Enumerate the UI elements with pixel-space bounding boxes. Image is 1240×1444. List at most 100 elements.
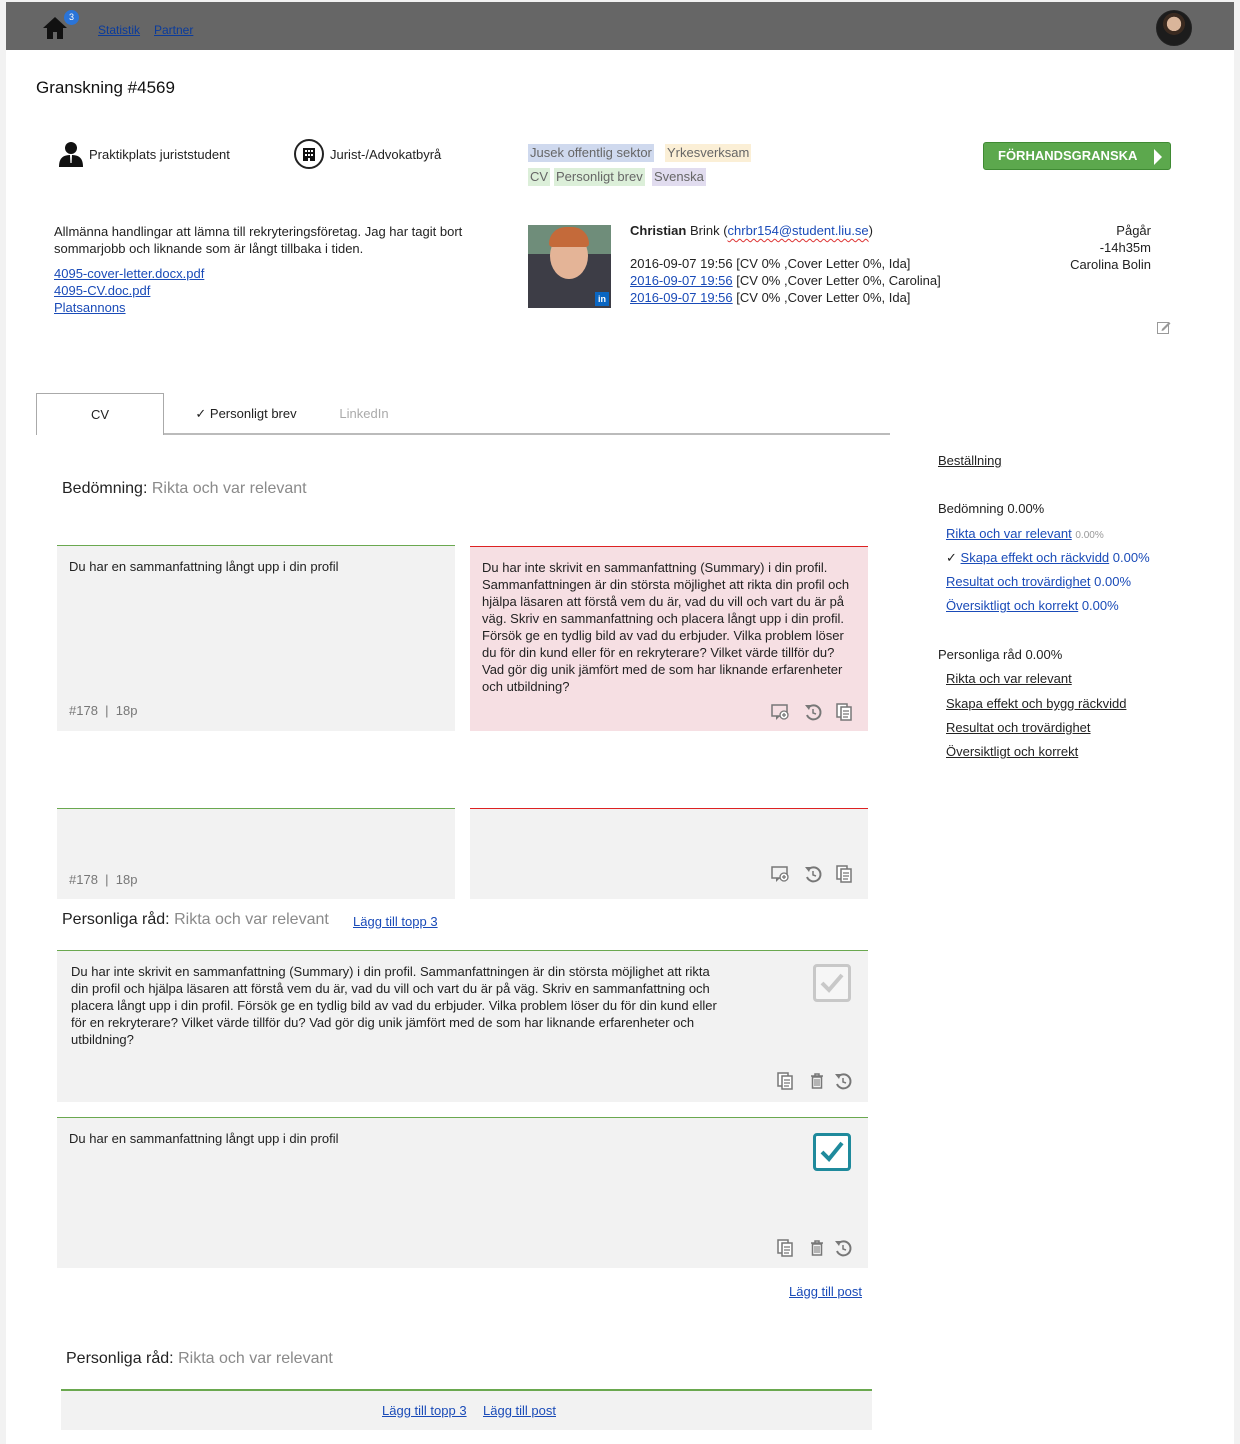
tab-linkedin[interactable]: LinkedIn	[324, 393, 404, 434]
advice-add-bar: Lägg till topp 3 Lägg till post	[61, 1389, 872, 1430]
copy-icon[interactable]	[775, 1238, 795, 1258]
add-top3-link[interactable]: Lägg till topp 3	[353, 914, 438, 929]
sidebar-assessment-link[interactable]: Resultat och trovärdighet	[946, 574, 1091, 589]
sidebar-assessment-link[interactable]: Översiktligt och korrekt	[946, 598, 1078, 613]
history-date: 2016-09-07 19:56	[630, 256, 733, 271]
trash-icon[interactable]	[807, 1071, 827, 1091]
check-icon: ✓	[946, 550, 957, 565]
sidebar-assessment-pct: 0.00%	[1081, 598, 1119, 613]
linkedin-icon[interactable]: in	[595, 292, 609, 306]
assessment-feedback-text: Du har inte skrivit en sammanfattning (S…	[482, 560, 850, 694]
advice-item[interactable]: Du har inte skrivit en sammanfattning (S…	[57, 950, 868, 1102]
add-post-link[interactable]: Lägg till post	[789, 1284, 862, 1299]
assessment-text: Du har en sammanfattning långt upp i din…	[69, 559, 339, 574]
user-avatar[interactable]	[1156, 10, 1192, 46]
assessment-heading-label: Bedömning:	[62, 480, 148, 497]
candidate-last-name: Brink	[689, 223, 720, 238]
undo-icon[interactable]	[803, 864, 823, 884]
top-navigation-bar: 3 Statistik Partner	[6, 2, 1234, 50]
undo-icon[interactable]	[833, 1071, 853, 1091]
file-link-job-ad[interactable]: Platsannons	[54, 300, 126, 315]
copy-icon[interactable]	[775, 1071, 795, 1091]
file-link-cv[interactable]: 4095-CV.doc.pdf	[54, 283, 150, 298]
sidebar-advice-link[interactable]: Resultat och trovärdighet	[946, 720, 1091, 735]
sidebar-assessment-pct: 0.00%	[1112, 550, 1150, 565]
advice-item[interactable]: Du har en sammanfattning långt upp i din…	[57, 1117, 868, 1268]
sidebar-advice-link[interactable]: Översiktligt och korrekt	[946, 744, 1078, 759]
checkbox-icon[interactable]	[813, 964, 851, 1002]
preview-button-label: FÖRHANDSGRANSKA	[998, 148, 1138, 163]
add-comment-icon[interactable]	[770, 702, 790, 722]
page-title: Granskning #4569	[36, 78, 175, 97]
history-details: [CV 0% ,Cover Letter 0%, Ida]	[736, 290, 911, 305]
add-comment-icon[interactable]	[770, 864, 790, 884]
assessment-id: #178	[69, 703, 98, 718]
sidebar-assessment-item: Resultat och trovärdighet 0.00%	[946, 574, 1131, 589]
sidebar-advice-link[interactable]: Rikta och var relevant	[946, 671, 1072, 686]
history-entry: 2016-09-07 19:56 [CV 0% ,Cover Letter 0%…	[630, 290, 910, 305]
advice-heading: Personliga råd: Rikta och var relevant	[62, 911, 329, 929]
nav-link-statistik[interactable]: Statistik	[98, 23, 140, 37]
assessment-points: 18p	[115, 872, 138, 887]
industry-label: Jurist-/Advokatbyrå	[330, 147, 442, 162]
history-date-link[interactable]: 2016-09-07 19:56	[630, 290, 733, 305]
copy-icon[interactable]	[834, 702, 854, 722]
assessment-id: #178	[69, 872, 98, 887]
preview-button[interactable]: FÖRHANDSGRANSKA	[983, 142, 1171, 170]
trash-icon[interactable]	[807, 1238, 827, 1258]
order-link[interactable]: Beställning	[938, 453, 1002, 468]
advice-heading-label: Personliga råd:	[62, 911, 170, 928]
history-date-link[interactable]: 2016-09-07 19:56	[630, 273, 733, 288]
advice-category: Rikta och var relevant	[174, 911, 329, 928]
sidebar-assessment-item: Översiktligt och korrekt 0.00%	[946, 598, 1119, 613]
tag-yrkesverksam: Yrkesverksam	[665, 144, 752, 162]
sidebar-assessment-pct: 0.00%	[1094, 574, 1132, 589]
advice-heading-label: Personliga råd:	[66, 1350, 174, 1367]
assessment-item-right[interactable]: Du har inte skrivit en sammanfattning (S…	[470, 546, 868, 731]
add-top3-link[interactable]: Lägg till topp 3	[382, 1403, 467, 1418]
tab-cv[interactable]: CV	[36, 393, 164, 435]
copy-icon[interactable]	[834, 864, 854, 884]
candidate-email[interactable]: chrbr154@student.liu.se	[728, 223, 869, 238]
add-post-link[interactable]: Lägg till post	[483, 1403, 556, 1418]
sidebar: Beställning Bedömning 0.00% Rikta och va…	[926, 434, 1189, 1020]
sidebar-assessment-title: Bedömning 0.00%	[938, 501, 1045, 516]
assessment-item-left[interactable]: #178 | 18p	[57, 808, 455, 899]
reviewer-name: Carolina Bolin	[1070, 257, 1151, 272]
tag-personligt-brev: Personligt brev	[554, 168, 645, 186]
assessment-item-right[interactable]	[470, 808, 868, 899]
assessment-category: Rikta och var relevant	[151, 480, 307, 497]
notification-badge: 3	[64, 10, 79, 25]
person-icon	[59, 142, 83, 167]
file-link-cover-letter[interactable]: 4095-cover-letter.docx.pdf	[54, 266, 204, 281]
sidebar-assessment-link[interactable]: Skapa effekt och räckvidd	[961, 550, 1110, 565]
candidate-photo: in	[528, 225, 611, 308]
order-description: Allmänna handlingar att lämna till rekry…	[54, 224, 463, 256]
candidate-first-name: Christian	[630, 223, 687, 238]
history-details: [CV 0% ,Cover Letter 0%, Ida]	[736, 256, 911, 271]
sidebar-assessment-link[interactable]: Rikta och var relevant	[946, 526, 1072, 541]
edit-icon[interactable]	[1157, 320, 1171, 334]
time-left: -14h35m	[1099, 240, 1151, 255]
assessment-item-left[interactable]: Du har en sammanfattning långt upp i din…	[57, 545, 455, 731]
building-icon	[294, 139, 324, 169]
tab-personligt-brev[interactable]: ✓ Personligt brev	[186, 393, 306, 434]
advice-text: Du har en sammanfattning långt upp i din…	[69, 1131, 339, 1146]
sidebar-assessment-pct: 0.00%	[1075, 530, 1104, 541]
advice-heading: Personliga råd: Rikta och var relevant	[66, 1350, 333, 1368]
history-details: [CV 0% ,Cover Letter 0%, Carolina]	[736, 273, 941, 288]
review-status: Pågår	[1116, 223, 1151, 238]
assessment-points: 18p	[115, 703, 138, 718]
checkbox-icon[interactable]	[813, 1133, 851, 1171]
assessment-meta: #178 | 18p	[69, 703, 138, 718]
main-panel: Bedömning: Rikta och var relevant Du har…	[36, 435, 890, 1444]
assessment-meta: #178 | 18p	[69, 872, 138, 887]
tag-svenska: Svenska	[652, 168, 706, 186]
tag-jusek: Jusek offentlig sektor	[528, 144, 654, 162]
assessment-heading: Bedömning: Rikta och var relevant	[62, 480, 307, 498]
nav-link-partner[interactable]: Partner	[154, 23, 193, 37]
undo-icon[interactable]	[833, 1238, 853, 1258]
sidebar-advice-link[interactable]: Skapa effekt och bygg räckvidd	[946, 696, 1126, 711]
sidebar-assessment-item: Rikta och var relevant 0.00%	[946, 526, 1104, 541]
undo-icon[interactable]	[803, 702, 823, 722]
